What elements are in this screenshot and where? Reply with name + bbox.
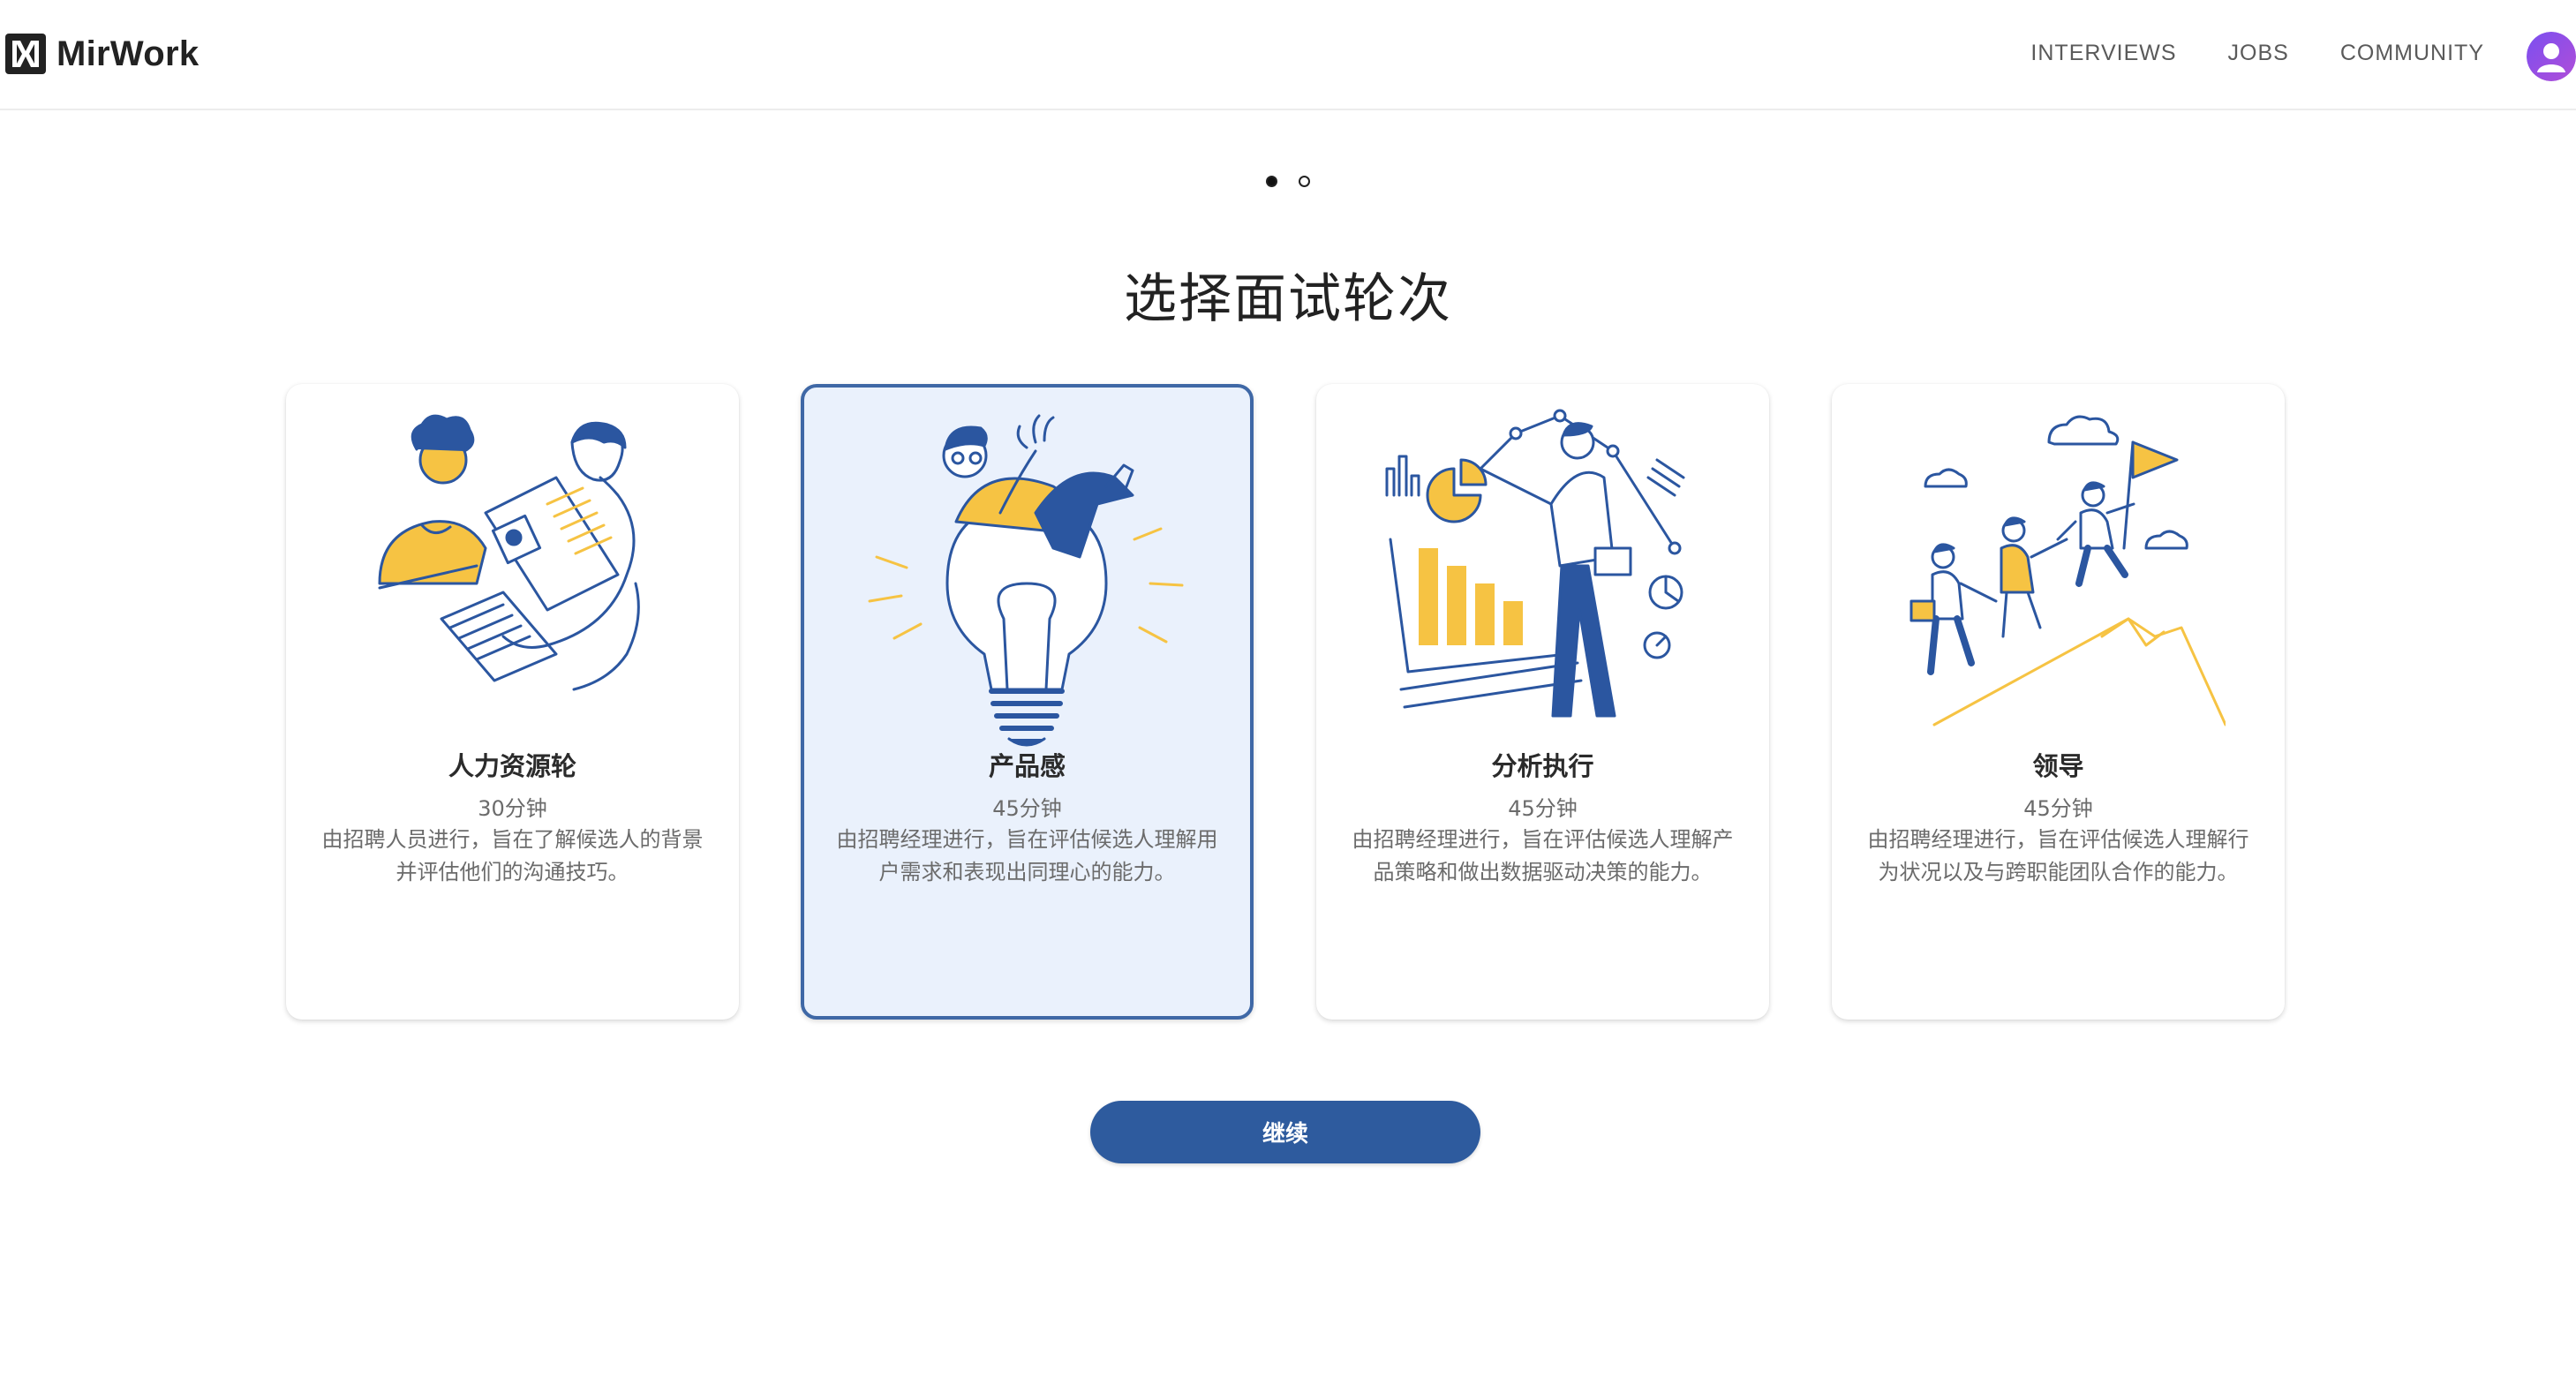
round-card-product-sense[interactable]: 产品感 45分钟 由招聘经理进行，旨在评估候选人理解用户需求和表现出同理心的能力… bbox=[801, 384, 1254, 1020]
page-title: 选择面试轮次 bbox=[1124, 268, 1452, 330]
lightbulb-idea-illustration bbox=[868, 414, 1184, 747]
team-climbing-illustration bbox=[1909, 415, 2226, 726]
hr-interview-illustration bbox=[378, 414, 640, 691]
carousel-dot-2[interactable] bbox=[1299, 176, 1310, 187]
round-duration: 30分钟 bbox=[478, 796, 547, 821]
round-duration: 45分钟 bbox=[992, 796, 1062, 821]
brand[interactable]: MirWork bbox=[5, 34, 199, 74]
carousel-indicators bbox=[0, 176, 2576, 187]
round-description: 由招聘经理进行，旨在评估候选人理解行为状况以及与跨职能团队合作的能力。 bbox=[1867, 827, 2249, 884]
round-title: 领导 bbox=[2032, 751, 2084, 781]
round-description: 由招聘经理进行，旨在评估候选人理解用户需求和表现出同理心的能力。 bbox=[836, 827, 1218, 884]
round-duration: 45分钟 bbox=[1508, 796, 1578, 821]
round-duration: 45分钟 bbox=[2023, 796, 2093, 821]
mirwork-logo-icon bbox=[5, 34, 46, 74]
user-avatar-icon bbox=[2527, 32, 2576, 81]
round-title: 产品感 bbox=[988, 751, 1066, 781]
nav-link-community[interactable]: COMMUNITY bbox=[2340, 41, 2484, 66]
round-card-leadership[interactable]: 领导 45分钟 由招聘经理进行，旨在评估候选人理解行为状况以及与跨职能团队合作的… bbox=[1832, 384, 2285, 1020]
round-description: 由招聘经理进行，旨在评估候选人理解产品策略和做出数据驱动决策的能力。 bbox=[1352, 827, 1734, 884]
continue-button[interactable]: 继续 bbox=[1090, 1101, 1480, 1163]
nav-link-jobs[interactable]: JOBS bbox=[2228, 41, 2289, 66]
round-card-analytical-execution[interactable]: 分析执行 45分钟 由招聘经理进行，旨在评估候选人理解产品策略和做出数据驱动决策… bbox=[1316, 384, 1769, 1020]
data-analysis-illustration bbox=[1385, 409, 1685, 718]
carousel-dot-1[interactable] bbox=[1266, 176, 1277, 187]
round-title: 人力资源轮 bbox=[448, 751, 576, 781]
user-avatar[interactable] bbox=[2527, 32, 2576, 81]
nav-link-interviews[interactable]: INTERVIEWS bbox=[2030, 41, 2176, 66]
round-description: 由招聘人员进行，旨在了解候选人的背景并评估他们的沟通技巧。 bbox=[321, 827, 704, 884]
round-title: 分析执行 bbox=[1491, 751, 1594, 781]
round-card-hr[interactable]: 人力资源轮 30分钟 由招聘人员进行，旨在了解候选人的背景并评估他们的沟通技巧。 bbox=[286, 384, 739, 1020]
main-nav: INTERVIEWS JOBS COMMUNITY bbox=[2030, 41, 2484, 66]
brand-name: MirWork bbox=[56, 34, 200, 73]
top-navigation-bar: MirWork INTERVIEWS JOBS COMMUNITY bbox=[0, 0, 2576, 110]
